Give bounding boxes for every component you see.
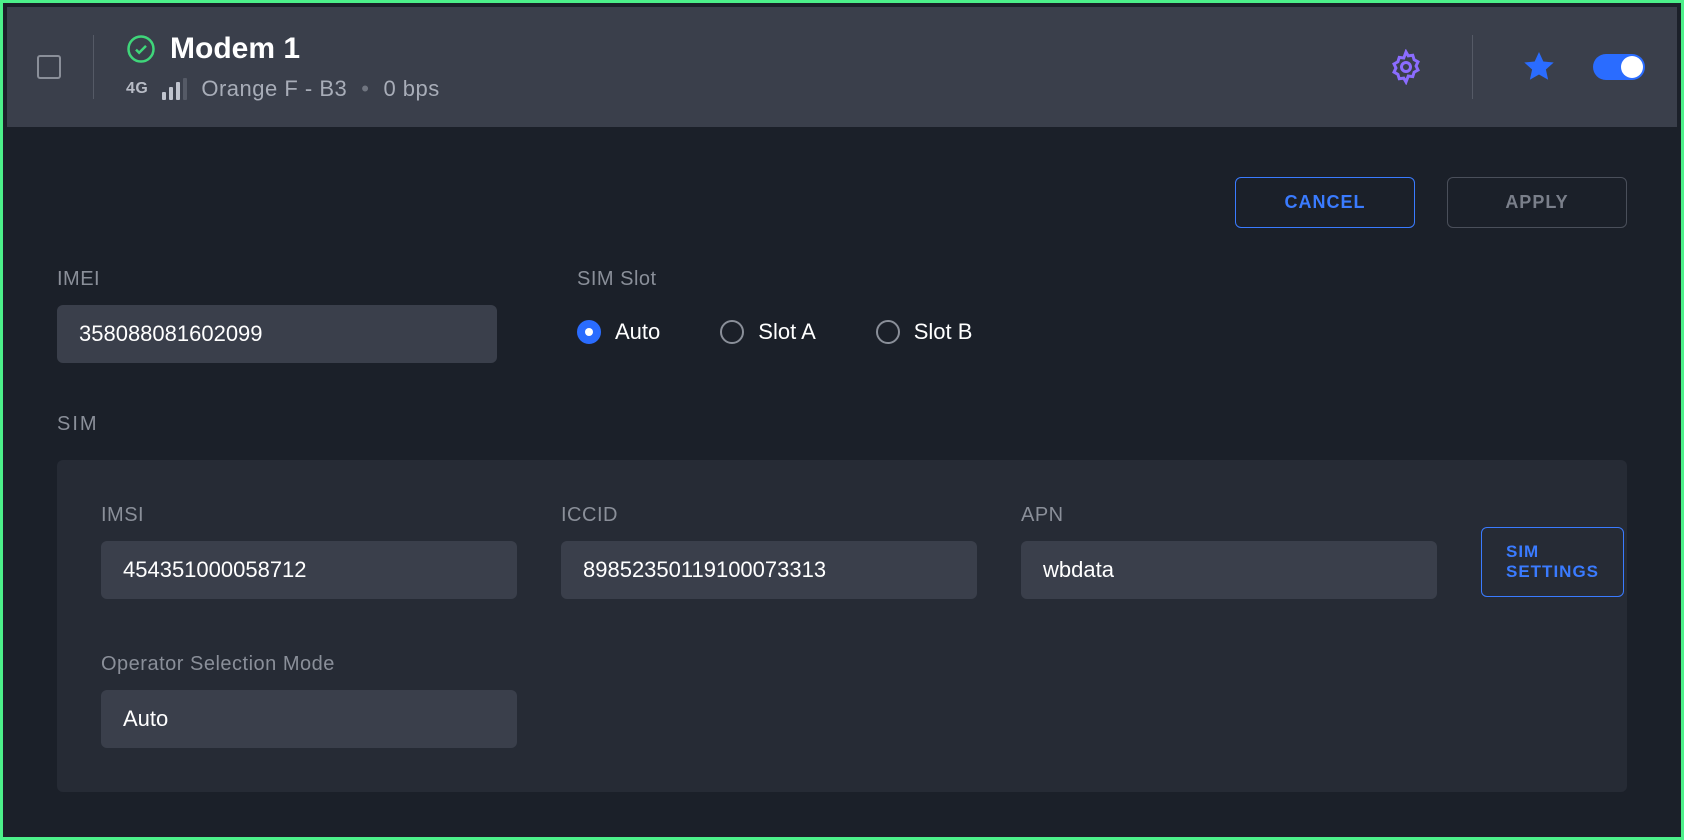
operator-label: Orange F - B3 bbox=[201, 76, 347, 102]
imsi-value: 454351000058712 bbox=[101, 541, 517, 599]
op-mode-value: Auto bbox=[101, 690, 517, 748]
sim-slot-a[interactable]: Slot A bbox=[720, 319, 815, 345]
apn-value: wbdata bbox=[1021, 541, 1437, 599]
sim-section-title: SIM bbox=[57, 413, 1627, 436]
bandwidth-label: 0 bps bbox=[383, 76, 439, 102]
apn-label: APN bbox=[1021, 504, 1437, 527]
modem-header: Modem 1 4G Orange F - B3 • 0 bps bbox=[7, 7, 1677, 127]
iccid-label: ICCID bbox=[561, 504, 977, 527]
settings-icon[interactable] bbox=[1388, 49, 1424, 85]
apply-button: APPLY bbox=[1447, 177, 1627, 228]
status-ok-icon bbox=[126, 34, 156, 64]
radio-icon bbox=[577, 320, 601, 344]
iccid-value: 89852350119100073313 bbox=[561, 541, 977, 599]
cancel-button[interactable]: CANCEL bbox=[1235, 177, 1415, 228]
imei-value: 358088081602099 bbox=[57, 305, 497, 363]
select-checkbox[interactable] bbox=[37, 55, 61, 79]
sim-slot-b[interactable]: Slot B bbox=[876, 319, 973, 345]
radio-icon bbox=[720, 320, 744, 344]
sim-slot-auto[interactable]: Auto bbox=[577, 319, 660, 345]
enable-toggle[interactable] bbox=[1593, 54, 1645, 80]
imei-label: IMEI bbox=[57, 268, 497, 291]
favorite-icon[interactable] bbox=[1521, 49, 1557, 85]
imsi-label: IMSI bbox=[101, 504, 517, 527]
divider bbox=[1472, 35, 1473, 99]
separator-dot: • bbox=[361, 76, 369, 102]
signal-icon bbox=[162, 78, 187, 100]
sim-slot-label: SIM Slot bbox=[577, 268, 972, 291]
sim-settings-button[interactable]: SIM SETTINGS bbox=[1481, 527, 1624, 597]
modem-title: Modem 1 bbox=[170, 32, 300, 66]
sim-panel: IMSI 454351000058712 ICCID 8985235011910… bbox=[57, 460, 1627, 792]
network-type: 4G bbox=[126, 80, 148, 98]
op-mode-label: Operator Selection Mode bbox=[101, 653, 1583, 676]
radio-icon bbox=[876, 320, 900, 344]
divider bbox=[93, 35, 94, 99]
